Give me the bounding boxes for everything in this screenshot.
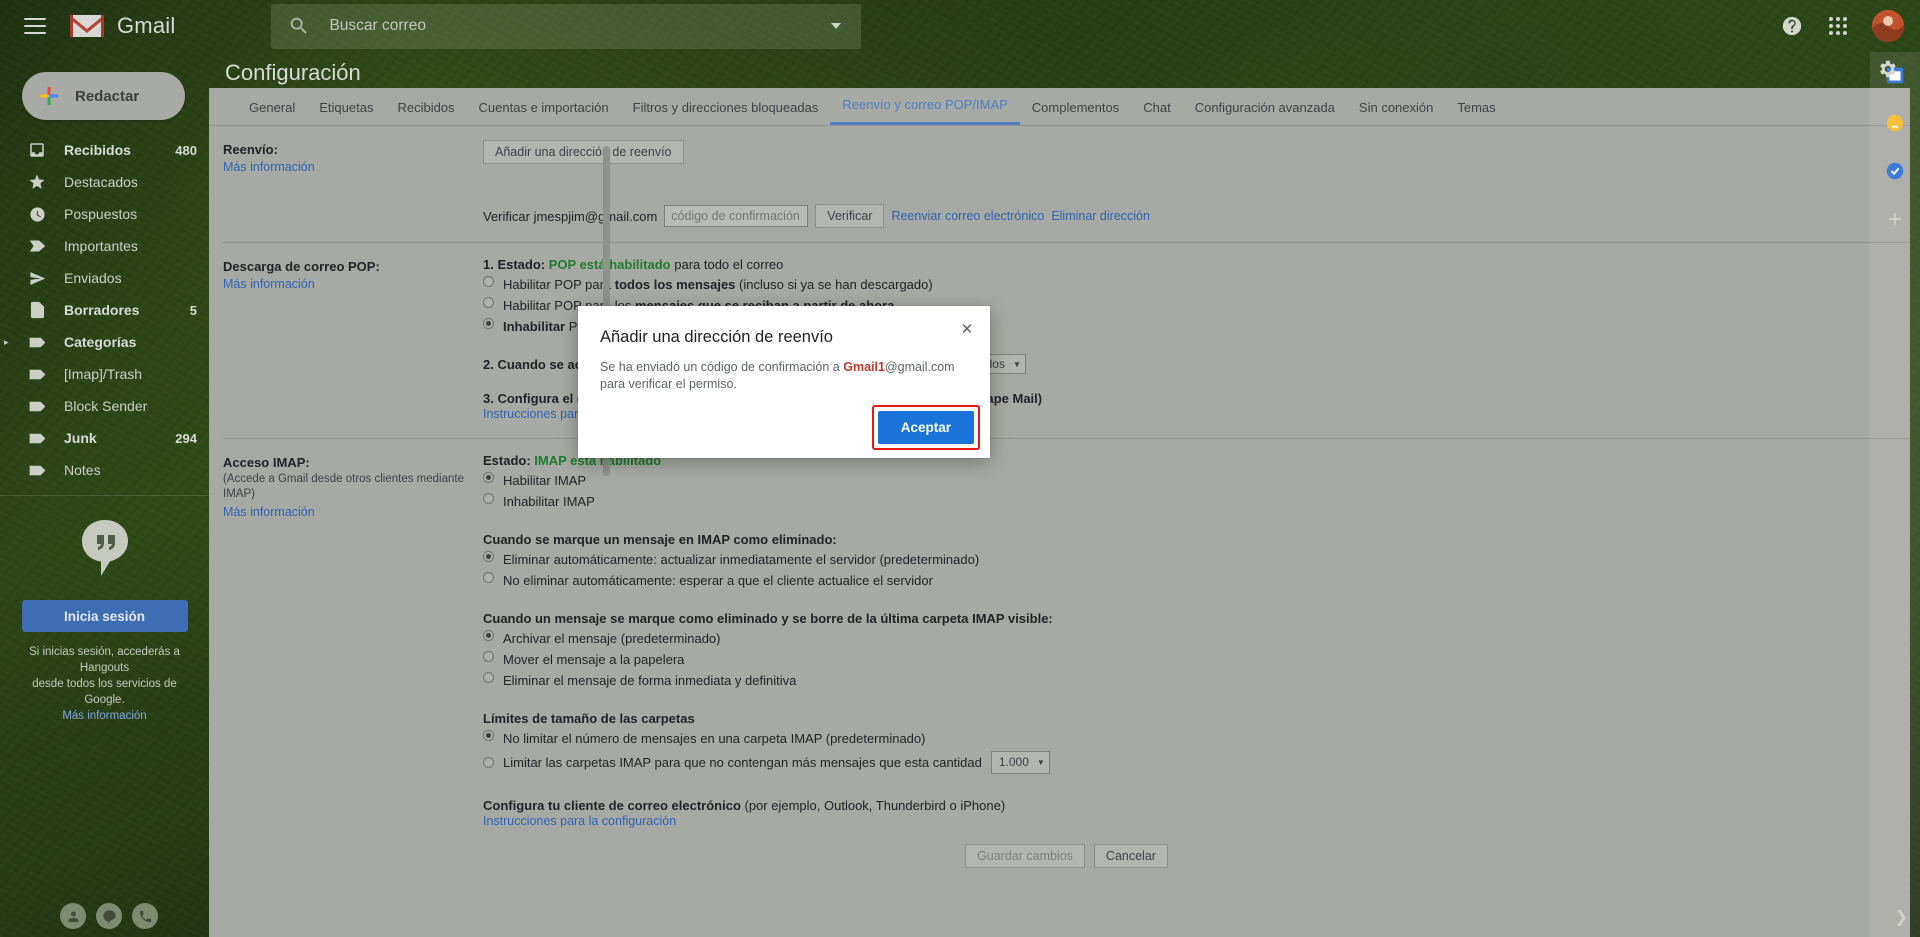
accept-button-highlight: Aceptar: [871, 405, 980, 450]
dialog-title: Añadir una dirección de reenvío: [600, 328, 833, 346]
dialog-body-pre: Se ha enviado un código de confirmación …: [600, 360, 840, 374]
accept-button[interactable]: Aceptar: [877, 411, 974, 444]
dialog-body-highlight: Gmail1: [843, 360, 885, 374]
dialog-body-post: verificar el permiso.: [628, 377, 737, 391]
dialog-footer: Aceptar: [871, 405, 980, 450]
dialog-body: Se ha enviado un código de confirmación …: [578, 347, 990, 393]
close-icon[interactable]: ✕: [956, 318, 978, 340]
add-forwarding-address-dialog: ✕ Añadir una dirección de reenvío Se ha …: [578, 306, 990, 458]
modal-scrim[interactable]: [0, 0, 1920, 937]
